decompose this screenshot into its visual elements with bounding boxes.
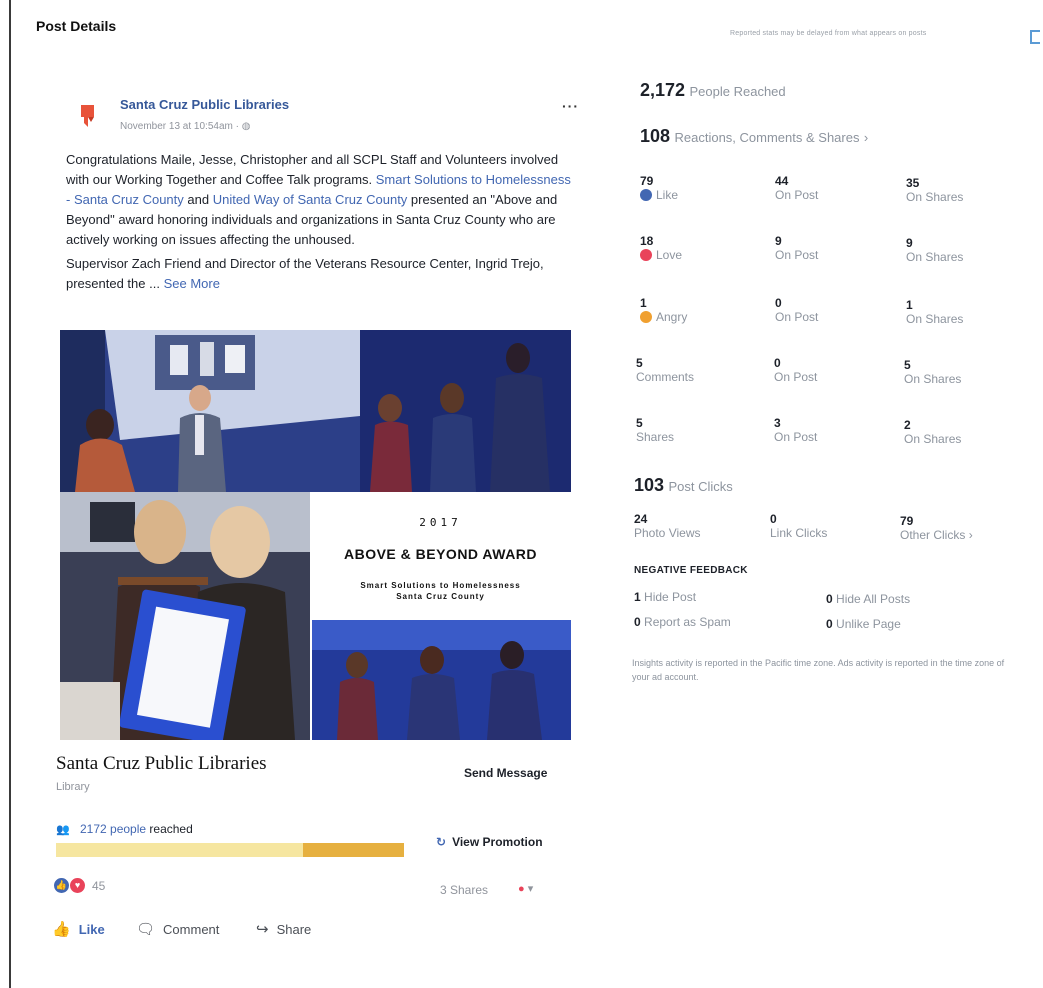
page-title: Post Details [36,18,117,34]
row-love-on-shares: 9 On Shares [906,236,964,264]
people-reached-link[interactable]: 2172 people [80,822,146,836]
love-reaction-icon: ♥ [70,878,85,893]
post-photo-presenters[interactable] [312,620,571,740]
love-icon [640,249,652,261]
negative-feedback-title: NEGATIVE FEEDBACK [634,565,748,576]
share-icon: ↪ [256,921,269,938]
award-year: 2017 [419,516,462,529]
avatar-dot-icon: ● [518,883,525,895]
row-comments-on-shares: 5 On Shares [904,358,962,386]
refresh-icon: ↻ [436,835,447,849]
row-angry-on-shares: 1 On Shares [906,298,964,326]
row-love-on-post: 9 On Post [775,234,819,262]
award-title: ABOVE & BEYOND AWARD [343,546,538,562]
row-like-total: 79 Like [640,174,679,202]
paid-reach-fill [303,843,404,857]
close-panel-button[interactable] [1030,30,1040,44]
row-angry-total: 1 Angry [640,296,688,324]
reach-summary: 2172 people reached [80,822,193,836]
like-button[interactable]: 👍 Like [52,920,105,938]
shares-dropdown[interactable]: ● ▾ [518,882,533,895]
link-clicks-stat: 0 Link Clicks [770,512,828,540]
comment-icon: 🗨 [136,921,156,938]
post-timestamp[interactable]: November 13 at 10:54am · ◍ [120,121,250,132]
other-clicks-stat[interactable]: 79 Other Clicks › [900,514,973,542]
comment-button[interactable]: 🗨 Comment [136,920,219,938]
hide-all-posts-stat: 0 Hide All Posts [826,592,911,606]
row-shares-on-post: 3 On Post [774,416,818,444]
reach-progress-bar [56,843,404,857]
page-category: Library [56,781,90,793]
row-angry-on-post: 0 On Post [775,296,819,324]
header-note: Reported stats may be delayed from what … [730,30,927,37]
row-like-on-shares: 35 On Shares [906,176,964,204]
photo-views-stat: 24 Photo Views [634,512,701,540]
post-message: Congratulations Maile, Jesse, Christophe… [66,152,571,291]
page-name-link[interactable]: Santa Cruz Public Libraries [120,97,289,112]
info-icon: › [863,130,869,145]
reaction-count[interactable]: 45 [92,879,105,893]
caret-down-icon: ▾ [527,883,534,895]
send-message-button[interactable]: Send Message [464,766,547,780]
post-clicks-stat: 103 Post Clicks [634,475,733,495]
row-love-total: 18 Love [640,234,683,262]
angry-icon [640,311,652,323]
row-shares-total: 5 Shares [636,416,675,444]
left-border [9,0,11,988]
report-spam-stat: 0 Report as Spam [634,615,731,629]
row-like-on-post: 44 On Post [775,174,819,202]
timezone-footnote: Insights activity is reported in the Pac… [632,658,1005,682]
row-comments-on-post: 0 On Post [774,356,818,384]
see-more-link[interactable]: See More [164,276,220,291]
unlike-page-stat: 0 Unlike Page [826,617,901,631]
info-icon: › [968,528,973,542]
library-logo-icon [81,105,94,127]
row-comments-total: 5 Comments [636,356,695,384]
post-photo-stage[interactable] [60,330,571,492]
globe-icon: ◍ [241,121,251,132]
award-subtitle: Smart Solutions to Homelessness Santa Cr… [360,581,521,601]
hide-post-stat: 1 Hide Post [634,590,697,604]
page-card-name[interactable]: Santa Cruz Public Libraries [56,753,267,775]
share-button[interactable]: ↪ Share [256,920,311,938]
people-reached-stat: 2,172 People Reached [640,80,786,100]
thumbs-up-icon: 👍 [52,921,71,938]
more-options-icon[interactable]: ··· [562,98,579,114]
mention-link-united-way[interactable]: United Way of Santa Cruz County [213,192,408,207]
row-shares-on-shares: 2 On Shares [904,418,962,446]
engagement-total-stat[interactable]: 108 Reactions, Comments & Shares › [640,126,868,147]
shares-count[interactable]: 3 Shares [440,883,488,897]
award-card: 2017 ABOVE & BEYOND AWARD Smart Solution… [310,492,571,620]
view-promotion-button[interactable]: ↻ View Promotion [436,835,543,849]
like-reaction-icon: 👍 [54,878,69,893]
post-photo-award-holders[interactable] [60,492,310,740]
people-icon: 👥 [56,824,70,836]
like-icon [640,189,652,201]
